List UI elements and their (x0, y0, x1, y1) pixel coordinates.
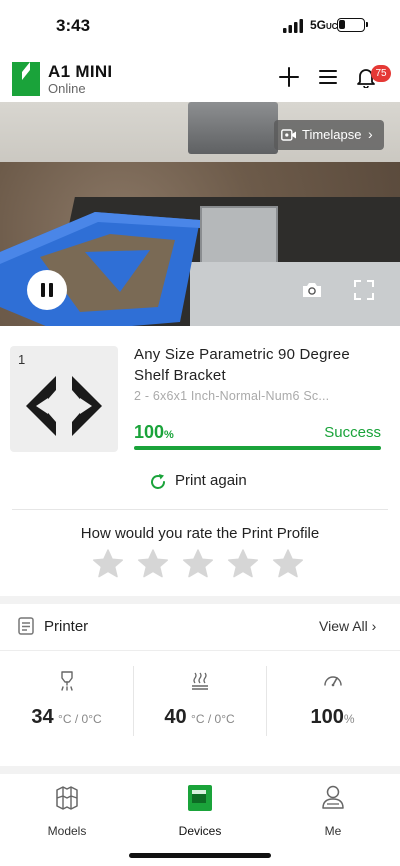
network-type: 5GUC (310, 18, 338, 32)
bed-temp-value: 40 (164, 706, 187, 728)
printer-section: Printer View All › 34 °C / 0°C 40 °C / 0… (0, 604, 400, 764)
printed-part-image (0, 212, 200, 326)
devices-icon (188, 785, 212, 811)
speed-unit: % (343, 712, 355, 726)
camera-feed[interactable]: Timelapse › (0, 102, 400, 326)
pause-button[interactable] (27, 270, 67, 310)
chevron-right-icon: › (371, 618, 377, 634)
nozzle-temperature[interactable]: 34 °C / 0°C (0, 666, 133, 738)
section-divider (0, 766, 400, 774)
printer-section-title: Printer (44, 618, 89, 635)
nozzle-icon (61, 671, 73, 691)
timelapse-button[interactable]: Timelapse › (274, 120, 384, 150)
divider (12, 509, 388, 510)
network-suffix: UC (326, 22, 338, 31)
progress-percent: 100% (134, 422, 174, 443)
tab-devices[interactable]: Devices (150, 782, 250, 838)
models-icon (56, 786, 78, 810)
camera-toolhead (188, 102, 278, 154)
status-bar: 3:43 5GUC (0, 0, 400, 52)
heatbed-icon (192, 672, 208, 690)
camera-snapshot-icon[interactable] (301, 281, 323, 299)
view-all-label: View All (319, 618, 368, 634)
bed-temp-unit: °C / 0°C (191, 712, 235, 726)
progress-bar-fill (134, 446, 381, 450)
star-icon[interactable] (272, 548, 304, 580)
speed-gauge-icon (324, 676, 342, 687)
nozzle-temp-value: 34 (31, 706, 54, 728)
tab-me[interactable]: Me (283, 782, 383, 838)
print-job-card: 1 Any Size Parametric 90 Degree Shelf Br… (0, 326, 400, 596)
camera-tray (200, 206, 278, 266)
device-status: Online (48, 81, 86, 96)
video-camera-icon (281, 129, 296, 141)
bed-temperature[interactable]: 40 °C / 0°C (133, 666, 266, 738)
rating-stars (92, 548, 312, 580)
brand-logo-icon (12, 62, 40, 96)
app-header: A1 MINI Online (0, 52, 400, 102)
nozzle-temp-unit: °C / 0°C (58, 712, 102, 726)
battery-icon (337, 18, 368, 32)
chevron-right-icon: › (368, 126, 373, 142)
job-thumbnail[interactable]: 1 (10, 346, 118, 452)
star-icon[interactable] (227, 548, 259, 580)
notification-badge: 75 (371, 65, 391, 82)
job-subtitle: 2 - 6x6x1 Inch-Normal-Num6 Sc... (134, 389, 330, 403)
me-icon (322, 785, 344, 809)
tab-models[interactable]: Models (17, 782, 117, 838)
timelapse-label: Timelapse (302, 127, 362, 142)
tab-devices-label: Devices (178, 824, 222, 838)
job-title: Any Size Parametric 90 Degree Shelf Brac… (134, 346, 350, 384)
status-time: 3:43 (56, 16, 91, 35)
progress-value: 100 (134, 422, 165, 442)
star-icon[interactable] (137, 548, 169, 580)
tab-me-label: Me (324, 824, 342, 838)
section-divider (0, 596, 400, 604)
progress-unit: % (164, 429, 174, 441)
divider (0, 650, 400, 651)
fullscreen-icon[interactable] (354, 280, 374, 300)
job-status: Success (324, 424, 381, 441)
view-all-link[interactable]: View All › (319, 618, 376, 634)
star-icon[interactable] (92, 548, 124, 580)
add-icon[interactable] (278, 66, 300, 88)
tab-models-label: Models (47, 824, 87, 838)
rating-prompt: How would you rate the Print Profile (80, 525, 320, 542)
bracket-model-image (26, 376, 102, 436)
progress-bar (134, 446, 381, 450)
star-icon[interactable] (182, 548, 214, 580)
menu-icon[interactable] (317, 66, 339, 88)
print-again-label: Print again (175, 472, 247, 489)
print-speed[interactable]: 100% (266, 666, 399, 738)
network-label: 5G (310, 18, 327, 32)
document-icon (18, 617, 34, 635)
speed-value: 100 (310, 706, 344, 728)
home-indicator (129, 853, 271, 858)
cellular-signal-icon (283, 19, 303, 33)
plate-index: 1 (18, 352, 26, 367)
device-name[interactable]: A1 MINI (48, 62, 112, 82)
refresh-icon (151, 474, 165, 489)
